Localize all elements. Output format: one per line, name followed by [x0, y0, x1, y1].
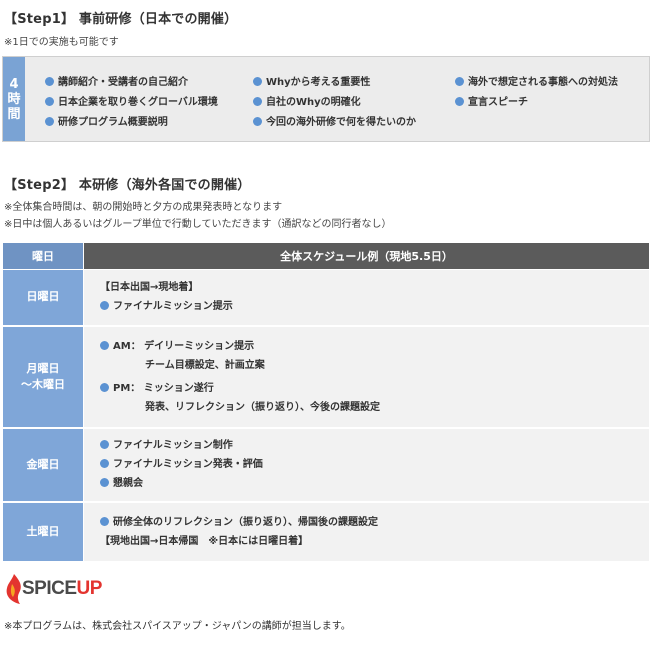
schedule-line: 研修全体のリフレクション（振り返り）、帰国後の課題設定: [100, 513, 649, 532]
step2-title: 【Step2】 本研修（海外各国での開催）: [4, 178, 251, 193]
schedule-line: 【日本出国→現地着】: [100, 282, 199, 294]
schedule-line: AM： デイリーミッション提示: [100, 337, 649, 356]
step1-note: ※1日での実施も可能です: [4, 37, 119, 48]
schedule-header-row: 曜日 全体スケジュール例（現地5.5日）: [2, 242, 650, 270]
bullet-icon: [100, 516, 109, 526]
duration-char: 時: [7, 91, 21, 107]
step1-item: 日本企業を取り巻くグローバル環境: [45, 93, 218, 108]
step1-item: 講師紹介・受講者の自己紹介: [45, 73, 188, 88]
schedule-line: 【現地出国→日本帰国 ※日本には日曜日着】: [100, 535, 309, 547]
step1-box: 4 時 間 講師紹介・受講者の自己紹介 Whyから考える重要性 海外で想定される…: [2, 56, 650, 142]
step1-item: 今回の海外研修で何を得たいのか: [253, 113, 416, 128]
bullet-icon: [100, 440, 109, 449]
bullet-icon: [100, 340, 109, 350]
content-cell: 研修全体のリフレクション（振り返り）、帰国後の課題設定 【現地出国→日本帰国 ※…: [83, 501, 650, 563]
table-row: 金曜日 ファイナルミッション制作 ファイナルミッション発表・評価 懇親会: [2, 427, 650, 503]
schedule-line: 懇親会: [100, 474, 649, 493]
spiceup-logo: SPICEUP: [2, 572, 162, 608]
step1-item: 宣言スピーチ: [455, 93, 528, 108]
content-cell: AM： デイリーミッション提示 チーム目標設定、計画立案 PM： ミッション遂行…: [83, 325, 650, 429]
schedule-line: ファイナルミッション提示: [100, 297, 649, 316]
content-cell: 【日本出国→現地着】 ファイナルミッション提示: [83, 269, 650, 327]
day-label: 月曜日: [26, 361, 60, 375]
bullet-icon: [100, 459, 109, 468]
table-row: 月曜日 〜木曜日 AM： デイリーミッション提示 チーム目標設定、計画立案 PM…: [2, 325, 650, 429]
step1-title: 【Step1】 事前研修（日本での開催）: [4, 12, 238, 27]
duration-char: 4: [9, 76, 19, 92]
bullet-icon: [455, 77, 464, 86]
bullet-icon: [100, 478, 109, 487]
bullet-icon: [45, 117, 54, 126]
day-cell: 金曜日: [2, 427, 84, 503]
schedule-table: 曜日 全体スケジュール例（現地5.5日） 日曜日 【日本出国→現地着】 ファイナ…: [2, 242, 650, 563]
footer-note: ※本プログラムは、株式会社スパイスアップ・ジャパンの講師が担当します。: [4, 621, 351, 632]
day-cell: 土曜日: [2, 501, 84, 563]
duration-char: 間: [7, 106, 21, 122]
bullet-icon: [100, 301, 109, 311]
day-cell: 日曜日: [2, 269, 84, 327]
step2-note: ※全体集合時間は、朝の開始時と夕方の成果発表時となります: [4, 202, 283, 213]
schedule-line: PM： ミッション遂行: [100, 379, 649, 398]
bullet-icon: [100, 382, 109, 392]
content-cell: ファイナルミッション制作 ファイナルミッション発表・評価 懇親会: [83, 427, 650, 503]
header-schedule: 全体スケジュール例（現地5.5日）: [83, 242, 650, 270]
duration-tag: 4 時 間: [3, 57, 25, 141]
bullet-icon: [45, 97, 54, 106]
bullet-icon: [253, 97, 262, 106]
step2-note: ※日中は個人あるいはグループ単位で行動していただきます（通訳などの同行者なし）: [4, 219, 392, 230]
bullet-icon: [253, 117, 262, 126]
bullet-icon: [253, 77, 262, 86]
day-cell: 月曜日 〜木曜日: [2, 325, 84, 429]
header-day: 曜日: [2, 242, 84, 270]
schedule-line: ファイナルミッション制作: [100, 436, 649, 455]
bullet-icon: [45, 77, 54, 86]
schedule-line: 発表、リフレクション（振り返り）、今後の課題設定: [145, 401, 380, 413]
step1-item: 海外で想定される事態への対処法: [455, 73, 618, 88]
table-row: 土曜日 研修全体のリフレクション（振り返り）、帰国後の課題設定 【現地出国→日本…: [2, 501, 650, 563]
day-label: 〜木曜日: [21, 377, 65, 391]
step1-item: 自社のWhyの明確化: [253, 93, 361, 108]
step1-item: Whyから考える重要性: [253, 73, 370, 88]
table-row: 日曜日 【日本出国→現地着】 ファイナルミッション提示: [2, 269, 650, 327]
bullet-icon: [455, 97, 464, 106]
step1-item: 研修プログラム概要説明: [45, 113, 168, 128]
schedule-line: チーム目標設定、計画立案: [145, 359, 265, 371]
logo-wordmark: SPICEUP: [22, 578, 102, 599]
schedule-line: ファイナルミッション発表・評価: [100, 455, 649, 474]
